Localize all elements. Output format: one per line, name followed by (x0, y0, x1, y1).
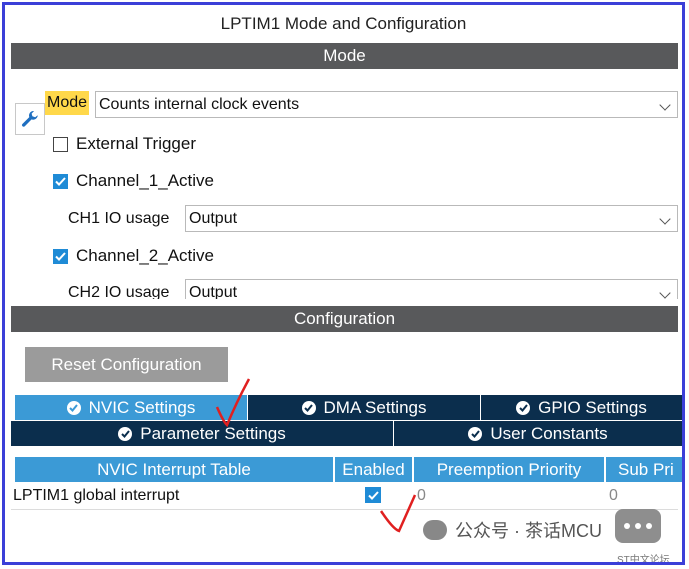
chat-bubble-icon (615, 509, 661, 543)
wechat-icon (423, 520, 447, 540)
config-window: LPTIM1 Mode and Configuration Mode Mode … (2, 2, 685, 565)
watermark: 公众号 · 茶话MCU (423, 517, 602, 543)
red-check-mark-enabled (379, 494, 417, 533)
watermark-small: ST中文论坛 (617, 555, 670, 565)
watermark-text: 公众号 · 茶话MCU (455, 521, 602, 541)
annotation-marks (215, 378, 417, 533)
red-check-mark-tab (215, 378, 251, 428)
